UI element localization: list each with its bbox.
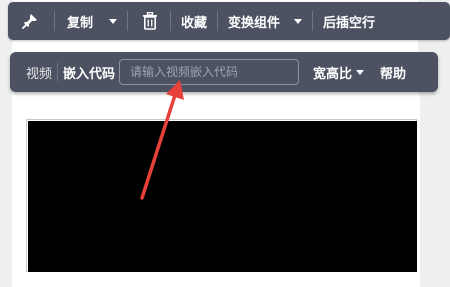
video-embed-bar: 视频 嵌入代码 宽高比 帮助 bbox=[10, 52, 438, 92]
block-toolbar: 复制 收藏 变换组件 后插空行 bbox=[8, 2, 450, 40]
delete-button[interactable] bbox=[128, 2, 170, 40]
pin-button[interactable] bbox=[8, 2, 54, 40]
insert-after-label: 后插空行 bbox=[323, 15, 376, 31]
video-player[interactable] bbox=[28, 121, 417, 272]
transform-component-button[interactable]: 变换组件 bbox=[218, 2, 312, 40]
aspect-ratio-label: 宽高比 bbox=[313, 66, 353, 82]
copy-dropdown-button[interactable] bbox=[99, 2, 127, 40]
help-button[interactable]: 帮助 bbox=[372, 63, 414, 82]
video-type-label: 视频 bbox=[26, 66, 53, 82]
page-margin-right bbox=[418, 0, 450, 287]
transform-label: 变换组件 bbox=[228, 15, 281, 31]
aspect-ratio-dropdown[interactable]: 宽高比 bbox=[305, 63, 372, 82]
chevron-down-icon bbox=[356, 69, 365, 75]
embed-code-input[interactable] bbox=[119, 59, 300, 85]
copy-label: 复制 bbox=[67, 15, 94, 31]
pin-icon bbox=[22, 14, 37, 29]
chevron-down-icon bbox=[109, 18, 118, 24]
favorite-label: 收藏 bbox=[181, 15, 208, 31]
insert-line-after-button[interactable]: 后插空行 bbox=[313, 2, 385, 40]
embed-code-tab[interactable]: 嵌入代码 bbox=[58, 63, 119, 82]
copy-button[interactable]: 复制 bbox=[55, 2, 99, 40]
trash-icon bbox=[143, 12, 158, 30]
chevron-down-icon bbox=[294, 18, 303, 24]
favorite-button[interactable]: 收藏 bbox=[171, 2, 217, 40]
page-margin-left bbox=[0, 0, 12, 287]
